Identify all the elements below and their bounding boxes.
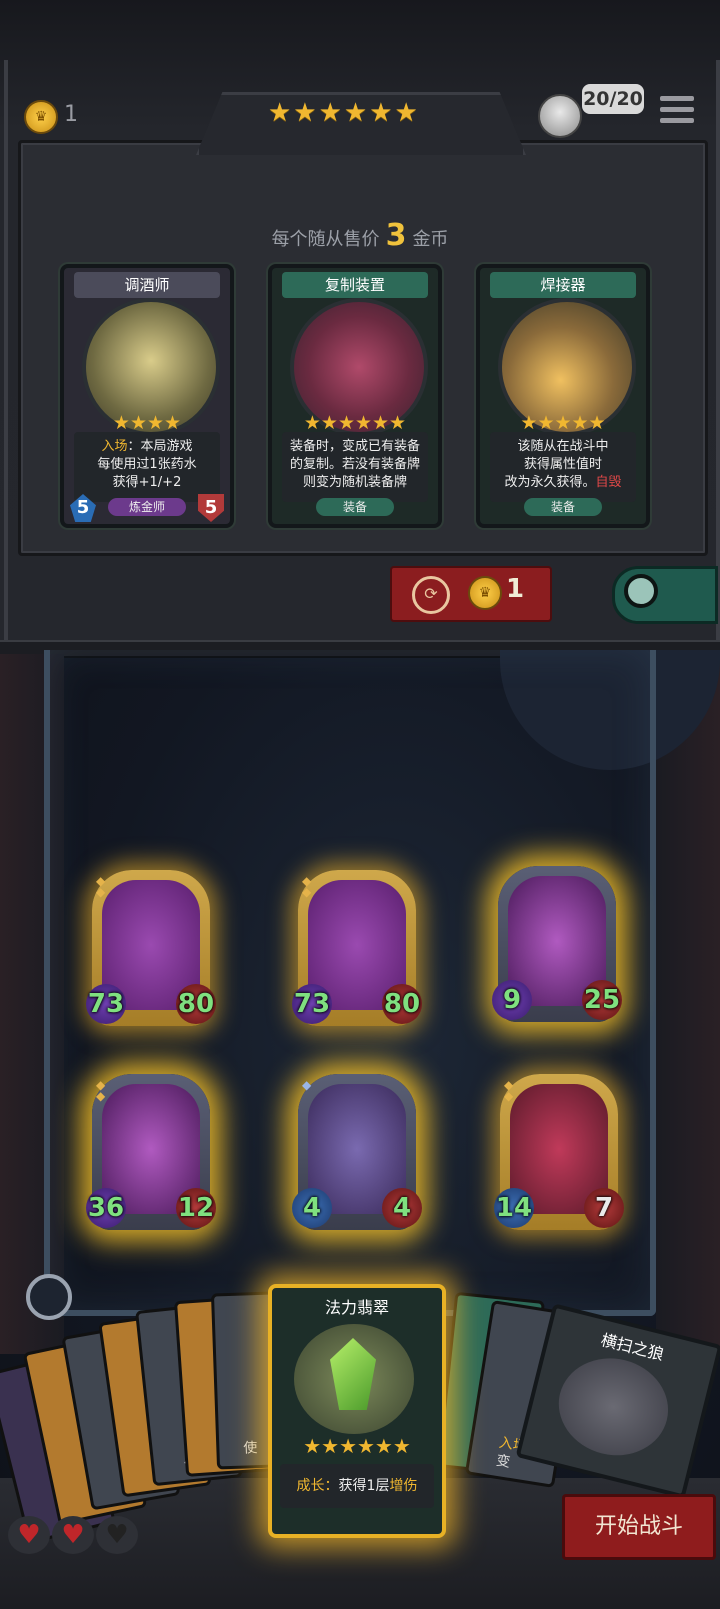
lens-icon[interactable] — [26, 1274, 72, 1320]
minion-attack: 14 — [494, 1188, 534, 1228]
desc-keyword: 增伤 — [389, 1478, 418, 1494]
desc-line: 每使用过1张药水 — [97, 457, 197, 472]
card-title: 复制装置 — [282, 272, 428, 298]
reroll-cost: 1 — [506, 574, 525, 604]
rank-pips: ◆ ◆ — [96, 874, 106, 899]
card-type-tag: 装备 — [316, 498, 394, 516]
minion-attack: 73 — [292, 984, 332, 1024]
card-title: 法力翡翠 — [324, 1298, 389, 1317]
board-right-wall — [656, 654, 720, 1354]
card-type-tag: 装备 — [524, 498, 602, 516]
menu-icon[interactable] — [660, 96, 694, 128]
minion-slot-5[interactable]: ◆ 4 4 — [292, 1074, 422, 1230]
heart-icon: ♥ — [96, 1516, 138, 1554]
coin-icon: ♛ — [24, 100, 58, 134]
desc-line: 获得1层 — [338, 1478, 390, 1494]
minion-attack: 73 — [86, 984, 126, 1024]
desc-line: 获得属性值时 — [523, 457, 602, 472]
card-title: 调酒师 — [74, 272, 220, 298]
player-health-bubble: 20/20 — [582, 84, 644, 114]
sell-price: 3 — [385, 218, 407, 253]
hand-card-fragment: 使 — [243, 1440, 258, 1457]
desc-line: 装备时，变成已有装备 — [289, 439, 420, 454]
sell-price-line: 每个随从售价 3 金币 — [0, 218, 720, 253]
minion-slot-2[interactable]: ◆ ◆ 73 80 — [292, 870, 422, 1026]
desc-line: 改为永久获得。 — [504, 475, 596, 490]
heart-icon: ♥ — [8, 1516, 50, 1554]
reroll-icon: ⟳ — [412, 576, 450, 614]
sell-suffix: 金币 — [412, 229, 449, 250]
card-art — [548, 1346, 679, 1467]
card-description: 成长：获得1层增伤 — [280, 1464, 434, 1508]
card-stars: ★★★★★ — [520, 412, 606, 434]
minion-health: 4 — [382, 1188, 422, 1228]
minion-slot-4[interactable]: ◆ ◆ 36 12 — [86, 1074, 216, 1230]
minion-slot-3[interactable]: 9 25 — [492, 866, 622, 1022]
sell-prefix: 每个随从售价 — [271, 229, 380, 250]
minion-attack: 4 — [292, 1188, 332, 1228]
desc-line: 获得+1/+2 — [112, 475, 182, 490]
card-description: 入场：本局游戏 每使用过1张药水 获得+1/+2 — [74, 432, 220, 502]
life-hearts: ♥ ♥ ♥ — [8, 1516, 140, 1554]
heart-icon: ♥ — [52, 1516, 94, 1554]
minion-health: 80 — [382, 984, 422, 1024]
search-icon — [624, 574, 658, 608]
minion-health: 7 — [584, 1188, 624, 1228]
rank-pips: ◆ — [302, 1078, 312, 1092]
coin-count: 1 — [64, 102, 78, 127]
minion-attack: 9 — [492, 980, 532, 1020]
rank-pips: ◆ ◆ — [504, 1078, 514, 1103]
minion-health: 12 — [176, 1188, 216, 1228]
desc-keyword: 成长： — [296, 1478, 339, 1494]
minion-slot-6[interactable]: ◆ ◆ 14 7 — [494, 1074, 624, 1230]
avatar-icon[interactable] — [538, 94, 582, 138]
minion-slot-1[interactable]: ◆ ◆ 73 80 — [86, 870, 216, 1026]
card-stars: ★★★★★★ — [303, 1434, 411, 1458]
desc-line: 的复制。若没有装备牌 — [289, 457, 420, 472]
desc-line: ：本局游戏 — [127, 439, 193, 454]
shop-card-copy-device[interactable]: 复制装置 ★★★★★★ 装备时，变成已有装备 的复制。若没有装备牌 则变为随机装… — [268, 264, 442, 528]
card-tribe-tag: 炼金师 — [108, 498, 186, 516]
card-title: 焊接器 — [490, 272, 636, 298]
coin-icon: ♛ — [468, 576, 502, 610]
tier-stars: ★★★★★★ — [268, 98, 420, 128]
shop-card-welder[interactable]: 焊接器 ★★★★★ 该随从在战斗中 获得属性值时 改为永久获得。自毁 装备 — [476, 264, 650, 528]
desc-keyword: 入场 — [101, 439, 128, 454]
start-battle-button[interactable]: 开始战斗 — [562, 1494, 716, 1560]
card-description: 装备时，变成已有装备 的复制。若没有装备牌 则变为随机装备牌 — [282, 432, 428, 502]
card-stars: ★★★★ — [112, 412, 182, 434]
minion-health: 25 — [582, 980, 622, 1020]
rank-pips: ◆ ◆ — [302, 874, 312, 899]
hand-card-mana-jade[interactable]: 法力翡翠 ★★★★★★ 成长：获得1层增伤 — [268, 1284, 446, 1538]
desc-line: 该随从在战斗中 — [517, 439, 609, 454]
minion-health: 80 — [176, 984, 216, 1024]
desc-line: 则变为随机装备牌 — [302, 475, 407, 490]
minion-attack: 36 — [86, 1188, 126, 1228]
shop-card-bartender[interactable]: 调酒师 ★★★★ 入场：本局游戏 每使用过1张药水 获得+1/+2 炼金师 5 … — [60, 264, 234, 528]
hand-card-fragment: 变 — [494, 1452, 512, 1471]
card-stars: ★★★★★★ — [303, 412, 407, 434]
card-description: 该随从在战斗中 获得属性值时 改为永久获得。自毁 — [490, 432, 636, 502]
card-health: 5 — [198, 494, 224, 522]
desc-keyword: 自毁 — [595, 475, 622, 490]
rank-pips: ◆ ◆ — [96, 1078, 106, 1103]
